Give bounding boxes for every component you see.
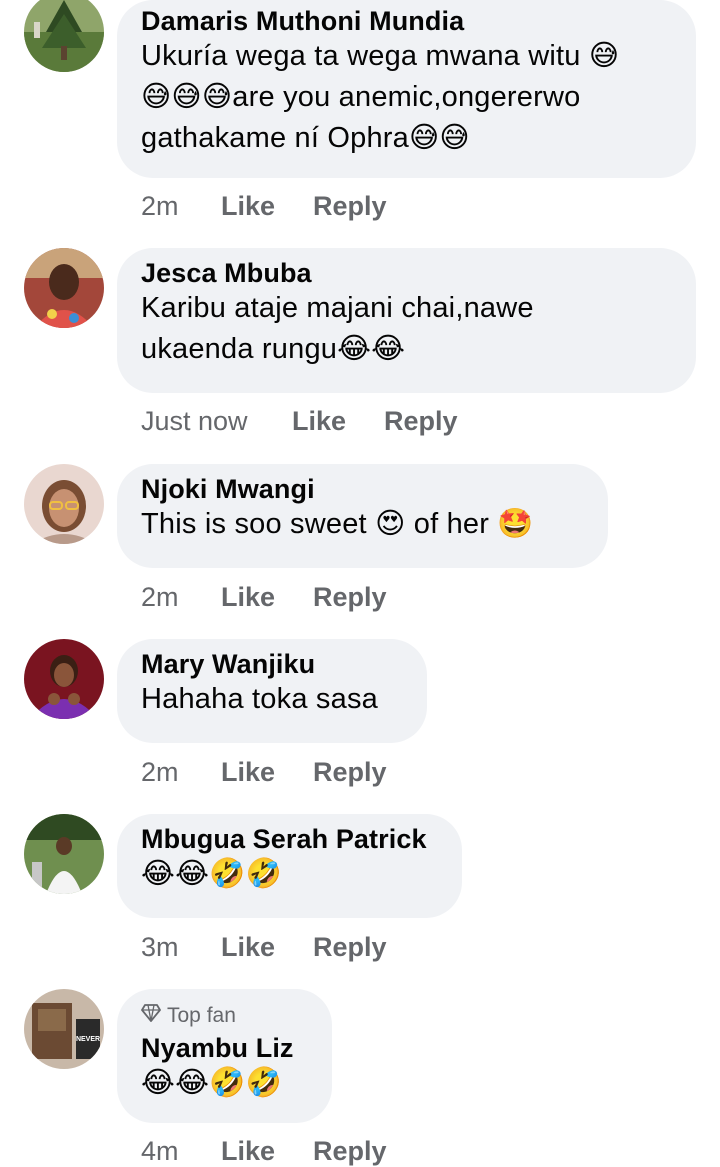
like-button[interactable]: Like xyxy=(292,406,384,437)
reply-button[interactable]: Reply xyxy=(313,757,387,788)
comment-actions: 2m Like Reply xyxy=(141,757,387,788)
avatar-image xyxy=(24,639,104,719)
comment-line: gathakame ní Ophra😅😅 xyxy=(141,122,470,154)
comment-line: Ukuría wega ta wega mwana witu 😅 xyxy=(141,40,620,72)
comment-bubble[interactable]: Mbugua Serah Patrick 😂😂🤣🤣 xyxy=(117,814,462,918)
like-button[interactable]: Like xyxy=(221,757,313,788)
comment-line: This is soo sweet 😍 of her 🤩 xyxy=(141,508,534,540)
like-button[interactable]: Like xyxy=(221,191,313,222)
author-name[interactable]: Njoki Mwangi xyxy=(141,474,584,504)
reply-button[interactable]: Reply xyxy=(313,191,387,222)
comment-actions: 2m Like Reply xyxy=(141,582,387,613)
like-button[interactable]: Like xyxy=(221,1136,313,1167)
avatar[interactable]: NEVER xyxy=(24,989,104,1069)
reply-button[interactable]: Reply xyxy=(313,1136,387,1167)
comment-line: 😂😂🤣🤣 xyxy=(141,1067,282,1099)
avatar[interactable] xyxy=(24,0,104,72)
top-fan-badge: Top fan xyxy=(141,1003,308,1029)
author-name[interactable]: Jesca Mbuba xyxy=(141,258,672,288)
timestamp[interactable]: 2m xyxy=(141,582,221,613)
like-button[interactable]: Like xyxy=(221,582,313,613)
avatar-image xyxy=(24,464,104,544)
reply-button[interactable]: Reply xyxy=(313,582,387,613)
avatar-image: NEVER xyxy=(24,989,104,1069)
comment-actions: Just now Like Reply xyxy=(141,406,458,437)
timestamp[interactable]: 2m xyxy=(141,191,221,222)
avatar-image xyxy=(24,248,104,328)
timestamp[interactable]: 2m xyxy=(141,757,221,788)
comment-bubble[interactable]: Jesca Mbuba Karibu ataje majani chai,naw… xyxy=(117,248,696,393)
author-name[interactable]: Damaris Muthoni Mundia xyxy=(141,6,672,36)
timestamp[interactable]: 4m xyxy=(141,1136,221,1167)
comment-line: ukaenda rungu😂😂 xyxy=(141,333,406,365)
like-button[interactable]: Like xyxy=(221,932,313,963)
avatar[interactable] xyxy=(24,464,104,544)
avatar-caption: NEVER xyxy=(76,1036,100,1043)
timestamp[interactable]: Just now xyxy=(141,406,292,437)
comment-line: 😂😂🤣🤣 xyxy=(141,858,282,890)
avatar[interactable] xyxy=(24,814,104,894)
avatar[interactable] xyxy=(24,639,104,719)
badge-label: Top fan xyxy=(167,1004,236,1027)
author-name[interactable]: Nyambu Liz xyxy=(141,1033,308,1063)
diamond-icon xyxy=(141,1003,161,1029)
author-name[interactable]: Mbugua Serah Patrick xyxy=(141,824,438,854)
author-name[interactable]: Mary Wanjiku xyxy=(141,649,403,679)
comment-bubble[interactable]: Top fan Nyambu Liz 😂😂🤣🤣 xyxy=(117,989,332,1123)
comment-actions: 3m Like Reply xyxy=(141,932,387,963)
comment-line: Hahaha toka sasa xyxy=(141,683,378,715)
avatar-image xyxy=(24,0,104,72)
comment-bubble[interactable]: Mary Wanjiku Hahaha toka sasa xyxy=(117,639,427,743)
avatar-image xyxy=(24,814,104,894)
comment-bubble[interactable]: Njoki Mwangi This is soo sweet 😍 of her … xyxy=(117,464,608,568)
comment-actions: 2m Like Reply xyxy=(141,191,387,222)
comment-actions: 4m Like Reply xyxy=(141,1136,387,1167)
reply-button[interactable]: Reply xyxy=(384,406,458,437)
avatar[interactable] xyxy=(24,248,104,328)
reply-button[interactable]: Reply xyxy=(313,932,387,963)
comment-line: Karibu ataje majani chai,nawe xyxy=(141,292,534,324)
comment-line: 😅😅😅are you anemic,ongererwo xyxy=(141,81,581,113)
timestamp[interactable]: 3m xyxy=(141,932,221,963)
comment-bubble[interactable]: Damaris Muthoni Mundia Ukuría wega ta we… xyxy=(117,0,696,178)
